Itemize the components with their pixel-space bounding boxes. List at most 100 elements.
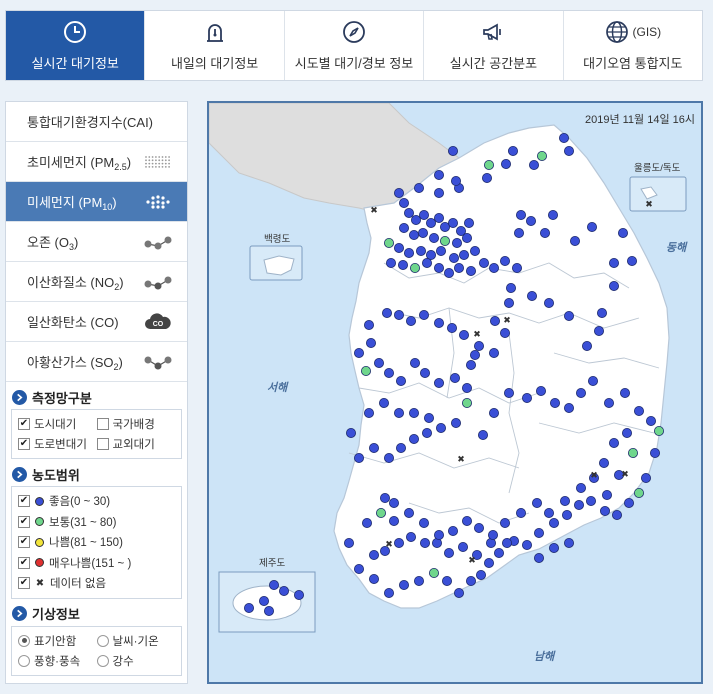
station-marker-good[interactable] (457, 541, 468, 552)
station-marker-good[interactable] (599, 505, 610, 516)
station-marker-good[interactable] (425, 218, 436, 229)
station-marker-good[interactable] (447, 218, 458, 229)
station-marker-good[interactable] (395, 375, 406, 386)
weather-option-rain[interactable]: 강수 (96, 653, 176, 669)
station-marker-good[interactable] (469, 349, 480, 360)
station-marker-good[interactable] (383, 367, 394, 378)
station-marker-good[interactable] (505, 282, 516, 293)
station-marker-good[interactable] (423, 412, 434, 423)
checkbox[interactable]: ✔ (18, 536, 30, 549)
station-marker-good[interactable] (433, 317, 444, 328)
network-option-roadside[interactable]: ✔ 도로변대기 (18, 436, 97, 452)
station-marker-good[interactable] (383, 587, 394, 598)
station-marker-good[interactable] (623, 497, 634, 508)
station-marker-good[interactable] (417, 228, 428, 239)
station-marker-good[interactable] (558, 132, 569, 143)
network-option-suburban[interactable]: 교외대기 (96, 436, 176, 452)
station-marker-good[interactable] (446, 322, 457, 333)
station-marker-good[interactable] (413, 183, 424, 194)
tab-gis-map[interactable]: (GIS) 대기오염 통합지도 (564, 11, 702, 80)
station-marker-good[interactable] (645, 415, 656, 426)
station-marker-good[interactable] (408, 407, 419, 418)
menu-item-no2[interactable]: 이산화질소 (NO2) (6, 262, 187, 302)
station-marker-good[interactable] (461, 382, 472, 393)
station-marker-good[interactable] (447, 525, 458, 536)
station-marker-good[interactable] (435, 422, 446, 433)
station-marker-no-data[interactable]: ✖ (457, 455, 465, 465)
station-marker-good[interactable] (447, 146, 458, 157)
station-marker-good[interactable] (393, 242, 404, 253)
station-marker-good[interactable] (458, 249, 469, 260)
station-marker-good[interactable] (388, 497, 399, 508)
station-marker-no-data[interactable]: ✖ (385, 540, 393, 550)
checkbox[interactable]: ✔ (18, 577, 30, 590)
station-marker-good[interactable] (619, 387, 630, 398)
station-marker-good[interactable] (433, 188, 444, 199)
air-quality-map[interactable]: ✖ ✖ ✖ ✖ ✖ ✖ ✖ ✖ ✖ 2019년 11월 14일 16시 동해 서해 남해 백령도… (207, 101, 703, 684)
station-marker-good[interactable] (563, 537, 574, 548)
network-option-urban[interactable]: ✔ 도시대기 (18, 416, 97, 432)
station-marker-normal[interactable] (653, 425, 664, 436)
station-marker-good[interactable] (515, 210, 526, 221)
station-marker-good[interactable] (493, 547, 504, 558)
station-marker-good[interactable] (477, 429, 488, 440)
station-marker-good[interactable] (450, 176, 461, 187)
station-marker-good[interactable] (353, 563, 364, 574)
station-marker-normal[interactable] (461, 397, 472, 408)
checkbox[interactable]: ✔ (18, 556, 30, 569)
station-marker-good[interactable] (549, 397, 560, 408)
station-marker-good[interactable] (259, 595, 270, 606)
station-marker-good[interactable] (244, 602, 255, 613)
station-marker-good[interactable] (418, 517, 429, 528)
menu-item-pm10[interactable]: 미세먼지 (PM10) (6, 182, 187, 222)
range-option-bad[interactable]: ✔ 나쁨(81 ~ 150) (18, 532, 175, 553)
station-marker-good[interactable] (443, 267, 454, 278)
checkbox[interactable] (96, 418, 109, 430)
station-marker-good[interactable] (398, 198, 409, 209)
range-option-very-bad[interactable]: ✔ 매우나쁨(151 ~ ) (18, 553, 175, 574)
network-option-national-background[interactable]: 국가배경 (96, 416, 176, 432)
station-marker-good[interactable] (385, 257, 396, 268)
station-marker-good[interactable] (453, 262, 464, 273)
station-marker-good[interactable] (513, 228, 524, 239)
station-marker-good[interactable] (415, 245, 426, 256)
station-marker-good[interactable] (405, 315, 416, 326)
menu-item-so2[interactable]: 아황산가스 (SO2) (6, 342, 187, 382)
station-marker-good[interactable] (428, 232, 439, 243)
station-marker-good[interactable] (379, 492, 390, 503)
weather-option-wind[interactable]: 풍향·풍속 (18, 653, 97, 669)
station-marker-good[interactable] (511, 262, 522, 273)
station-marker-good[interactable] (398, 579, 409, 590)
station-marker-good[interactable] (368, 442, 379, 453)
station-marker-good[interactable] (533, 527, 544, 538)
station-marker-good[interactable] (393, 537, 404, 548)
station-marker-good[interactable] (478, 257, 489, 268)
station-marker-normal[interactable] (383, 237, 394, 248)
station-marker-good[interactable] (264, 605, 275, 616)
station-marker-good[interactable] (563, 402, 574, 413)
station-marker-good[interactable] (461, 515, 472, 526)
station-marker-no-data[interactable]: ✖ (473, 330, 481, 340)
station-marker-good[interactable] (403, 208, 414, 219)
station-marker-good[interactable] (393, 188, 404, 199)
station-marker-good[interactable] (548, 542, 559, 553)
station-marker-good[interactable] (587, 375, 598, 386)
station-marker-good[interactable] (601, 489, 612, 500)
station-marker-good[interactable] (528, 160, 539, 171)
station-marker-good[interactable] (507, 146, 518, 157)
station-marker-good[interactable] (408, 230, 419, 241)
checkbox[interactable] (96, 438, 109, 450)
station-marker-good[interactable] (469, 245, 480, 256)
station-marker-good[interactable] (608, 437, 619, 448)
station-marker-good[interactable] (488, 262, 499, 273)
radio[interactable] (96, 634, 109, 647)
station-marker-good[interactable] (481, 173, 492, 184)
menu-item-pm25[interactable]: 초미세먼지 (PM2.5) (6, 142, 187, 182)
station-marker-good[interactable] (626, 255, 637, 266)
station-marker-good[interactable] (363, 407, 374, 418)
station-marker-good[interactable] (393, 407, 404, 418)
station-marker-good[interactable] (547, 210, 558, 221)
checkbox[interactable]: ✔ (18, 438, 30, 450)
station-marker-good[interactable] (521, 539, 532, 550)
station-marker-good[interactable] (503, 297, 514, 308)
